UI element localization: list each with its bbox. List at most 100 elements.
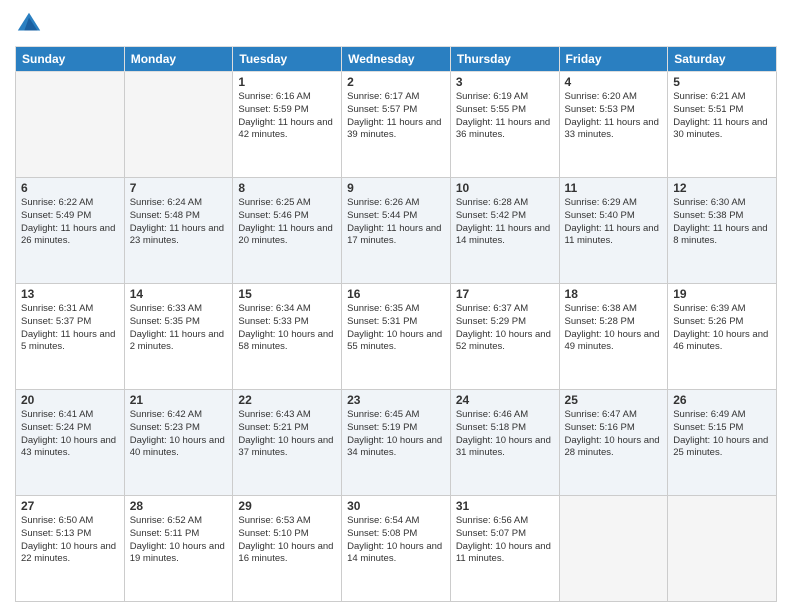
logo-icon: [15, 10, 43, 38]
calendar-cell: 10 Sunrise: 6:28 AMSunset: 5:42 PMDayligh…: [450, 178, 559, 284]
calendar-cell: 13 Sunrise: 6:31 AMSunset: 5:37 PMDayligh…: [16, 284, 125, 390]
day-number: 20: [21, 393, 119, 407]
day-number: 11: [565, 181, 663, 195]
day-info: Sunrise: 6:41 AMSunset: 5:24 PMDaylight:…: [21, 409, 119, 460]
logo: [15, 10, 48, 38]
day-number: 27: [21, 499, 119, 513]
calendar-week-row: 1 Sunrise: 6:16 AMSunset: 5:59 PMDaylight…: [16, 72, 777, 178]
day-info: Sunrise: 6:47 AMSunset: 5:16 PMDaylight:…: [565, 409, 663, 460]
day-number: 4: [565, 75, 663, 89]
day-number: 25: [565, 393, 663, 407]
day-number: 17: [456, 287, 554, 301]
day-number: 10: [456, 181, 554, 195]
calendar-cell: [124, 72, 233, 178]
calendar-cell: 16 Sunrise: 6:35 AMSunset: 5:31 PMDayligh…: [342, 284, 451, 390]
day-number: 2: [347, 75, 445, 89]
weekday-header-saturday: Saturday: [668, 47, 777, 72]
day-number: 3: [456, 75, 554, 89]
day-info: Sunrise: 6:43 AMSunset: 5:21 PMDaylight:…: [238, 409, 336, 460]
calendar-cell: 31 Sunrise: 6:56 AMSunset: 5:07 PMDayligh…: [450, 496, 559, 602]
day-info: Sunrise: 6:50 AMSunset: 5:13 PMDaylight:…: [21, 515, 119, 566]
day-number: 1: [238, 75, 336, 89]
day-info: Sunrise: 6:54 AMSunset: 5:08 PMDaylight:…: [347, 515, 445, 566]
day-number: 28: [130, 499, 228, 513]
calendar-cell: 14Sunrise: 6:33 AMSunset: 5:35 PMDayligh…: [124, 284, 233, 390]
weekday-header-monday: Monday: [124, 47, 233, 72]
calendar-cell: 26 Sunrise: 6:49 AMSunset: 5:15 PMDayligh…: [668, 390, 777, 496]
day-info: Sunrise: 6:19 AMSunset: 5:55 PMDaylight:…: [456, 91, 554, 142]
calendar-week-row: 27 Sunrise: 6:50 AMSunset: 5:13 PMDayligh…: [16, 496, 777, 602]
day-number: 13: [21, 287, 119, 301]
calendar-cell: 3 Sunrise: 6:19 AMSunset: 5:55 PMDaylight…: [450, 72, 559, 178]
day-info: Sunrise: 6:35 AMSunset: 5:31 PMDaylight:…: [347, 303, 445, 354]
weekday-header-sunday: Sunday: [16, 47, 125, 72]
calendar-cell: [668, 496, 777, 602]
calendar-table: SundayMondayTuesdayWednesdayThursdayFrid…: [15, 46, 777, 602]
page: SundayMondayTuesdayWednesdayThursdayFrid…: [0, 0, 792, 612]
day-info: Sunrise: 6:38 AMSunset: 5:28 PMDaylight:…: [565, 303, 663, 354]
day-info: Sunrise: 6:52 AMSunset: 5:11 PMDaylight:…: [130, 515, 228, 566]
calendar-cell: 23Sunrise: 6:45 AMSunset: 5:19 PMDayligh…: [342, 390, 451, 496]
day-info: Sunrise: 6:56 AMSunset: 5:07 PMDaylight:…: [456, 515, 554, 566]
header: [15, 10, 777, 38]
calendar-cell: 7Sunrise: 6:24 AMSunset: 5:48 PMDaylight…: [124, 178, 233, 284]
day-info: Sunrise: 6:20 AMSunset: 5:53 PMDaylight:…: [565, 91, 663, 142]
day-number: 24: [456, 393, 554, 407]
calendar-cell: 28 Sunrise: 6:52 AMSunset: 5:11 PMDayligh…: [124, 496, 233, 602]
day-info: Sunrise: 6:39 AMSunset: 5:26 PMDaylight:…: [673, 303, 771, 354]
calendar-cell: 21 Sunrise: 6:42 AMSunset: 5:23 PMDayligh…: [124, 390, 233, 496]
calendar-cell: 19 Sunrise: 6:39 AMSunset: 5:26 PMDayligh…: [668, 284, 777, 390]
day-number: 15: [238, 287, 336, 301]
day-number: 22: [238, 393, 336, 407]
day-number: 19: [673, 287, 771, 301]
day-info: Sunrise: 6:22 AMSunset: 5:49 PMDaylight:…: [21, 197, 119, 248]
calendar-cell: 20 Sunrise: 6:41 AMSunset: 5:24 PMDayligh…: [16, 390, 125, 496]
day-info: Sunrise: 6:33 AMSunset: 5:35 PMDaylight:…: [130, 303, 228, 354]
calendar-cell: 11Sunrise: 6:29 AMSunset: 5:40 PMDayligh…: [559, 178, 668, 284]
calendar-cell: 2Sunrise: 6:17 AMSunset: 5:57 PMDaylight…: [342, 72, 451, 178]
day-number: 26: [673, 393, 771, 407]
weekday-header-tuesday: Tuesday: [233, 47, 342, 72]
calendar-cell: 12Sunrise: 6:30 AMSunset: 5:38 PMDayligh…: [668, 178, 777, 284]
day-info: Sunrise: 6:25 AMSunset: 5:46 PMDaylight:…: [238, 197, 336, 248]
calendar-week-row: 20 Sunrise: 6:41 AMSunset: 5:24 PMDayligh…: [16, 390, 777, 496]
weekday-header-wednesday: Wednesday: [342, 47, 451, 72]
calendar-cell: 24 Sunrise: 6:46 AMSunset: 5:18 PMDayligh…: [450, 390, 559, 496]
day-number: 21: [130, 393, 228, 407]
calendar-cell: 17Sunrise: 6:37 AMSunset: 5:29 PMDayligh…: [450, 284, 559, 390]
day-number: 31: [456, 499, 554, 513]
calendar-cell: 1 Sunrise: 6:16 AMSunset: 5:59 PMDaylight…: [233, 72, 342, 178]
calendar-week-row: 6Sunrise: 6:22 AMSunset: 5:49 PMDaylight…: [16, 178, 777, 284]
calendar-cell: 4 Sunrise: 6:20 AMSunset: 5:53 PMDaylight…: [559, 72, 668, 178]
day-number: 5: [673, 75, 771, 89]
day-number: 8: [238, 181, 336, 195]
calendar-cell: 8 Sunrise: 6:25 AMSunset: 5:46 PMDaylight…: [233, 178, 342, 284]
day-number: 12: [673, 181, 771, 195]
day-info: Sunrise: 6:53 AMSunset: 5:10 PMDaylight:…: [238, 515, 336, 566]
calendar-cell: 22 Sunrise: 6:43 AMSunset: 5:21 PMDayligh…: [233, 390, 342, 496]
day-number: 16: [347, 287, 445, 301]
day-info: Sunrise: 6:34 AMSunset: 5:33 PMDaylight:…: [238, 303, 336, 354]
day-info: Sunrise: 6:24 AMSunset: 5:48 PMDaylight:…: [130, 197, 228, 248]
day-info: Sunrise: 6:42 AMSunset: 5:23 PMDaylight:…: [130, 409, 228, 460]
day-number: 18: [565, 287, 663, 301]
calendar-cell: 6Sunrise: 6:22 AMSunset: 5:49 PMDaylight…: [16, 178, 125, 284]
weekday-header-friday: Friday: [559, 47, 668, 72]
calendar-cell: 29 Sunrise: 6:53 AMSunset: 5:10 PMDayligh…: [233, 496, 342, 602]
weekday-header-thursday: Thursday: [450, 47, 559, 72]
calendar-cell: 25 Sunrise: 6:47 AMSunset: 5:16 PMDayligh…: [559, 390, 668, 496]
calendar-cell: 30Sunrise: 6:54 AMSunset: 5:08 PMDayligh…: [342, 496, 451, 602]
day-info: Sunrise: 6:28 AMSunset: 5:42 PMDaylight:…: [456, 197, 554, 248]
calendar-cell: [559, 496, 668, 602]
calendar-week-row: 13 Sunrise: 6:31 AMSunset: 5:37 PMDayligh…: [16, 284, 777, 390]
calendar-cell: 27 Sunrise: 6:50 AMSunset: 5:13 PMDayligh…: [16, 496, 125, 602]
day-info: Sunrise: 6:46 AMSunset: 5:18 PMDaylight:…: [456, 409, 554, 460]
day-info: Sunrise: 6:31 AMSunset: 5:37 PMDaylight:…: [21, 303, 119, 354]
day-info: Sunrise: 6:16 AMSunset: 5:59 PMDaylight:…: [238, 91, 336, 142]
day-info: Sunrise: 6:49 AMSunset: 5:15 PMDaylight:…: [673, 409, 771, 460]
calendar-cell: 15 Sunrise: 6:34 AMSunset: 5:33 PMDayligh…: [233, 284, 342, 390]
calendar-cell: 5 Sunrise: 6:21 AMSunset: 5:51 PMDaylight…: [668, 72, 777, 178]
calendar-cell: [16, 72, 125, 178]
day-info: Sunrise: 6:21 AMSunset: 5:51 PMDaylight:…: [673, 91, 771, 142]
day-number: 29: [238, 499, 336, 513]
